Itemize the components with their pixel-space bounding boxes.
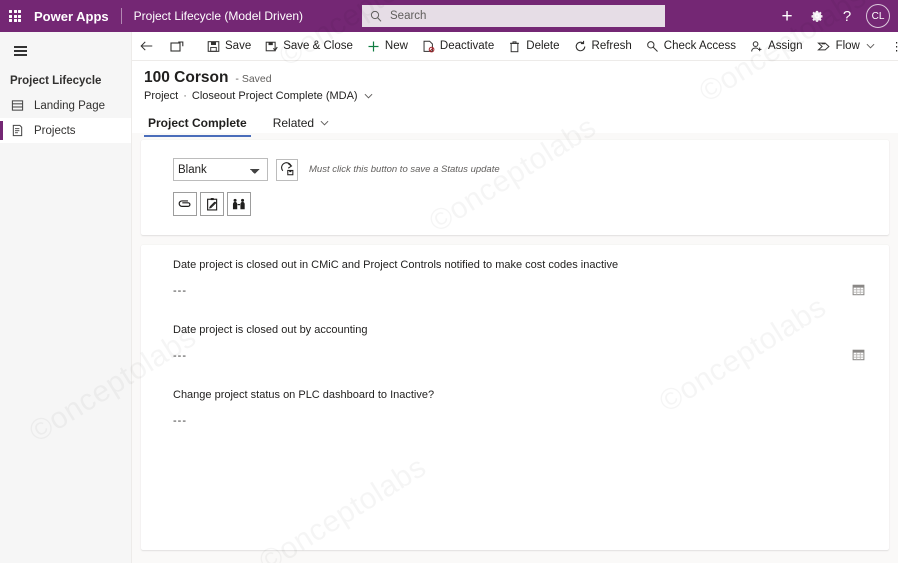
tab-label: Related (272, 116, 315, 130)
sidebar-item-label: Projects (34, 124, 76, 137)
field-label: Date project is closed out in CMiC and P… (173, 259, 619, 271)
command-label: New (384, 40, 408, 52)
delete-trash-icon (508, 40, 521, 53)
command-label: Deactivate (439, 40, 495, 52)
command-label: Flow (835, 40, 860, 52)
new-plus-icon (367, 40, 380, 53)
deactivate-icon (422, 40, 435, 53)
new-plus-icon[interactable]: + (772, 0, 802, 32)
field-value[interactable]: --- (173, 336, 889, 362)
app-name-label[interactable]: Project Lifecycle (Model Driven) (134, 9, 303, 23)
assign-person-icon (750, 40, 763, 53)
back-arrow-icon[interactable] (132, 32, 162, 61)
brand-label[interactable]: Power Apps (34, 9, 109, 24)
popout-window-icon[interactable] (162, 32, 192, 61)
field-row: Date project is closed out in CMiC and P… (141, 245, 889, 297)
check-access-button[interactable]: Check Access (639, 32, 743, 61)
tab-related[interactable]: Related (269, 116, 333, 137)
related-action-buttons (141, 181, 889, 216)
team-people-icon (232, 198, 245, 209)
team-button[interactable] (227, 192, 251, 216)
sidebar-item-projects[interactable]: Projects (0, 118, 131, 143)
projects-icon (8, 124, 26, 137)
command-label: Refresh (591, 40, 632, 52)
status-selector-row: Blank Must click this button to save a S… (141, 140, 889, 181)
field-value[interactable]: --- (173, 401, 889, 427)
chevron-down-icon[interactable] (364, 93, 373, 99)
save-icon (207, 40, 220, 53)
chevron-down-icon (320, 120, 329, 126)
save-button[interactable]: Save (200, 32, 258, 61)
divider (120, 8, 122, 24)
save-status-icon (280, 162, 293, 176)
avatar[interactable]: CL (866, 4, 890, 28)
command-label: Assign (768, 40, 803, 52)
field-label: Change project status on PLC dashboard t… (173, 389, 435, 401)
field-row: Date project is closed out by accounting… (141, 310, 889, 362)
refresh-button[interactable]: Refresh (567, 32, 639, 61)
sidebar-group-title: Project Lifecycle (10, 75, 102, 87)
tab-project-complete[interactable]: Project Complete (144, 116, 251, 137)
landing-page-icon (8, 99, 26, 112)
status-hint-text: Must click this button to save a Status … (309, 164, 500, 175)
check-access-key-icon (646, 40, 659, 53)
top-bar-actions: + ? CL (772, 0, 892, 32)
field-row: Change project status on PLC dashboard t… (141, 375, 889, 427)
new-button[interactable]: New (360, 32, 415, 61)
notes-button[interactable] (200, 192, 224, 216)
save-and-close-button[interactable]: Save & Close (258, 32, 360, 61)
breadcrumb-separator: · (183, 90, 187, 102)
chevron-down-icon (866, 43, 875, 49)
attachment-paperclip-icon (178, 199, 190, 207)
form-body: Blank Must click this button to save a S… (132, 133, 898, 563)
field-label: Date project is closed out by accounting (173, 324, 368, 336)
notes-clipboard-icon (206, 197, 217, 210)
attachment-button[interactable] (173, 192, 197, 216)
app-root: Power Apps Project Lifecycle (Model Driv… (0, 0, 898, 563)
flow-button[interactable]: Flow (810, 32, 882, 61)
field-value[interactable]: --- (173, 271, 889, 297)
search-icon (370, 10, 382, 22)
form-tabs: Project Complete Related (132, 111, 898, 137)
sidebar: Project Lifecycle Landing Page Projects (0, 32, 132, 563)
command-label: Delete (526, 40, 560, 52)
page-title: 100 Corson (144, 69, 229, 86)
closeout-fields-card: Date project is closed out in CMiC and P… (141, 245, 889, 550)
flow-icon (816, 40, 831, 53)
command-label: Check Access (663, 40, 737, 52)
tab-label: Project Complete (148, 116, 247, 130)
status-dropdown[interactable]: Blank (173, 158, 268, 181)
waffle-grid-icon[interactable] (0, 0, 30, 32)
status-update-card: Blank Must click this button to save a S… (141, 140, 889, 235)
calendar-icon[interactable] (848, 344, 868, 364)
hamburger-menu-icon[interactable] (0, 32, 40, 70)
command-label: Save & Close (283, 40, 353, 52)
global-search[interactable] (362, 5, 665, 27)
refresh-icon (574, 40, 587, 53)
command-bar: Save Save & Close New Deactivate Delete … (132, 32, 898, 61)
deactivate-button[interactable]: Deactivate (415, 32, 501, 61)
breadcrumb: Project · Closeout Project Complete (MDA… (132, 87, 898, 102)
sidebar-item-label: Landing Page (34, 99, 105, 112)
save-status-text: - Saved (235, 73, 272, 85)
save-and-close-icon (265, 40, 278, 53)
assign-button[interactable]: Assign (743, 32, 810, 61)
top-navigation-bar: Power Apps Project Lifecycle (Model Driv… (0, 0, 898, 32)
record-title-row: 100 Corson - Saved (132, 61, 898, 87)
help-question-icon[interactable]: ? (832, 0, 862, 32)
command-label: Save (225, 40, 252, 52)
sidebar-item-landing-page[interactable]: Landing Page (0, 93, 131, 118)
calendar-icon[interactable] (848, 279, 868, 299)
save-status-button[interactable] (276, 158, 298, 181)
form-selector-label[interactable]: Closeout Project Complete (MDA) (192, 90, 358, 102)
overflow-menu-button[interactable]: ⋮ (882, 32, 898, 61)
delete-button[interactable]: Delete (501, 32, 566, 61)
settings-gear-icon[interactable] (802, 0, 832, 32)
record-header: 100 Corson - Saved Project · Closeout Pr… (132, 61, 898, 137)
entity-name: Project (144, 90, 179, 102)
search-input[interactable] (388, 9, 657, 23)
